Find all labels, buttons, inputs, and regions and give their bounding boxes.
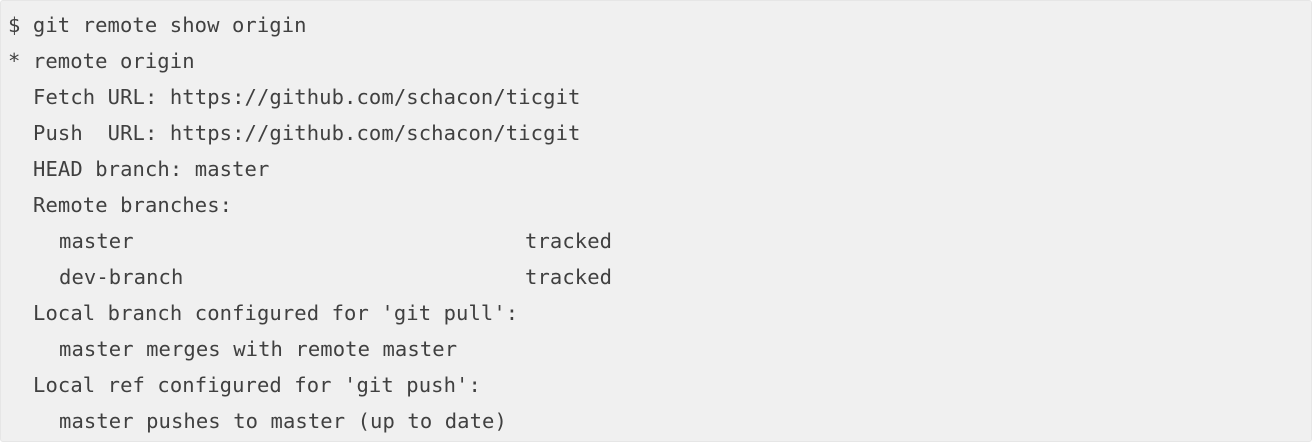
terminal-output: $ git remote show origin * remote origin… <box>8 7 612 439</box>
pull-config-entry: master merges with remote master <box>59 337 458 361</box>
push-config-label: Local ref configured for 'git push': <box>33 373 481 397</box>
code-block: $ git remote show origin * remote origin… <box>0 0 1312 442</box>
command-line: $ git remote show origin <box>8 13 307 37</box>
remote-branch-name: master <box>59 229 134 253</box>
head-branch-line: HEAD branch: master <box>33 157 270 181</box>
fetch-url-line: Fetch URL: https://github.com/schacon/ti… <box>33 85 581 109</box>
remote-branches-label: Remote branches: <box>33 193 233 217</box>
remote-branch-status: tracked <box>525 265 613 289</box>
pull-config-label: Local branch configured for 'git pull': <box>33 301 519 325</box>
push-config-entry: master pushes to master (up to date) <box>59 409 507 433</box>
remote-branch-row: dev-branch tracked <box>8 259 612 295</box>
remote-branch-status: tracked <box>525 229 613 253</box>
remote-header-line: * remote origin <box>8 49 195 73</box>
remote-branch-name: dev-branch <box>59 265 184 289</box>
push-url-line: Push URL: https://github.com/schacon/tic… <box>33 121 581 145</box>
remote-branch-row: master tracked <box>8 223 612 259</box>
